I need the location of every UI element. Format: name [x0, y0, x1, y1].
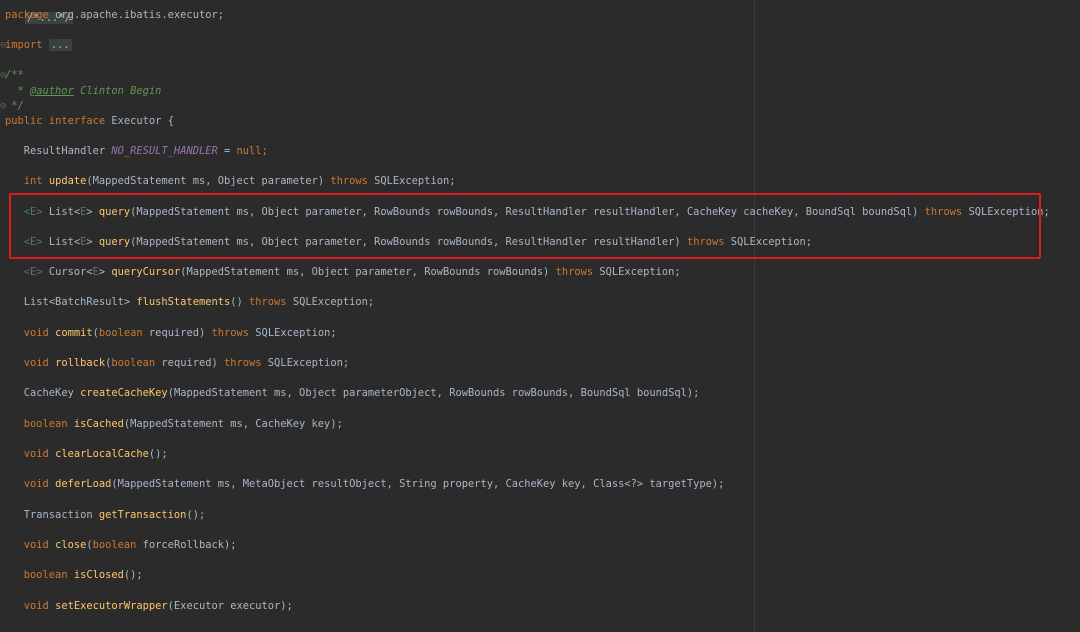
method-name: update: [48, 175, 87, 187]
code-line-is-closed[interactable]: boolean isClosed();: [0, 566, 143, 584]
method-name: setExecutorWrapper: [55, 600, 168, 612]
method-name: isCached: [73, 418, 124, 430]
code-line-defer-load[interactable]: void deferLoad(MappedStatement ms, MetaO…: [0, 475, 725, 493]
right-margin-guide: [754, 0, 755, 632]
constant: NO_RESULT_HANDLER: [111, 145, 218, 157]
package-name: org.apache.ibatis.executor;: [55, 9, 224, 21]
method-name: commit: [55, 327, 93, 339]
code-line-query-cursor[interactable]: <E> Cursor<E> queryCursor(MappedStatemen…: [0, 263, 681, 281]
code-line-no-result-handler[interactable]: ResultHandler NO_RESULT_HANDLER = null;: [0, 142, 268, 160]
keyword: package: [5, 9, 49, 21]
code-line-commit[interactable]: void commit(boolean required) throws SQL…: [0, 324, 337, 342]
method-name: flushStatements: [136, 296, 231, 308]
red-highlight-box: [9, 193, 1041, 259]
code-line-close[interactable]: void close(boolean forceRollback);: [0, 536, 237, 554]
folded-imports[interactable]: ...: [48, 39, 72, 51]
method-name: close: [55, 539, 87, 551]
code-line-clear-local-cache[interactable]: void clearLocalCache();: [0, 445, 168, 463]
code-line-create-cache-key[interactable]: CacheKey createCacheKey(MappedStatement …: [0, 384, 700, 402]
code-line-is-cached[interactable]: boolean isCached(MappedStatement ms, Cac…: [0, 415, 343, 433]
code-line-javadoc-author[interactable]: * @author Clinton Begin: [0, 82, 162, 100]
javadoc-tag: @author: [30, 85, 74, 97]
code-line-import[interactable]: ⊖import ...: [0, 36, 72, 54]
method-name: createCacheKey: [80, 387, 168, 399]
keyword: import: [5, 39, 43, 51]
code-line-update[interactable]: int update(MappedStatement ms, Object pa…: [0, 172, 456, 190]
code-line-get-transaction[interactable]: Transaction getTransaction();: [0, 506, 205, 524]
code-line-rollback[interactable]: void rollback(boolean required) throws S…: [0, 354, 349, 372]
code-line-flush-statements[interactable]: List<BatchResult> flushStatements() thro…: [0, 293, 374, 311]
method-name: isClosed: [73, 569, 124, 581]
code-editor[interactable]: /*...*/ package org.apache.ibatis.execut…: [0, 0, 1080, 632]
code-line-set-executor-wrapper[interactable]: void setExecutorWrapper(Executor executo…: [0, 597, 293, 615]
code-line-interface-decl[interactable]: public interface Executor {: [0, 112, 174, 130]
method-name: rollback: [55, 357, 106, 369]
code-line-package[interactable]: package org.apache.ibatis.executor;: [0, 6, 224, 24]
method-name: getTransaction: [98, 509, 187, 521]
method-name: clearLocalCache: [55, 448, 149, 460]
method-name: deferLoad: [55, 478, 112, 490]
method-name: queryCursor: [111, 266, 181, 278]
